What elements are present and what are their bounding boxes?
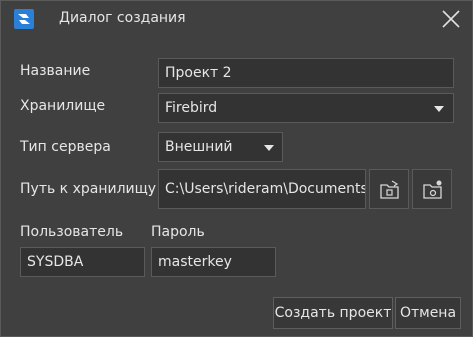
user-input[interactable]: SYSDBA — [20, 247, 145, 277]
create-project-button[interactable]: Создать проект — [273, 297, 393, 329]
create-dialog: Диалог создания Название Проект 2 Хранил… — [0, 0, 473, 337]
server-type-label: Тип сервера — [20, 139, 111, 155]
name-input[interactable]: Проект 2 — [158, 58, 454, 88]
folder-settings-button[interactable] — [412, 169, 452, 209]
window-title: Диалог создания — [59, 10, 186, 26]
user-label: Пользователь — [20, 224, 124, 240]
path-input[interactable]: C:\Users\rideram\Documents\ — [158, 169, 366, 209]
chevron-down-icon — [434, 106, 444, 112]
password-input[interactable]: masterkey — [151, 247, 276, 277]
close-icon[interactable] — [437, 5, 465, 33]
storage-select[interactable]: Firebird — [158, 93, 454, 123]
server-type-select-value: Внешний — [165, 139, 233, 155]
cancel-button[interactable]: Отмена — [395, 297, 461, 329]
browse-folder-button[interactable] — [369, 169, 409, 209]
password-label: Пароль — [151, 224, 205, 240]
title-bar: Диалог создания — [1, 1, 472, 37]
server-type-select[interactable]: Внешний — [158, 132, 283, 162]
app-logo-icon — [14, 9, 34, 29]
browse-folder-icon — [380, 180, 399, 199]
name-label: Название — [20, 63, 91, 79]
storage-label: Хранилище — [20, 98, 106, 114]
folder-settings-icon — [423, 180, 442, 199]
chevron-down-icon — [264, 145, 274, 151]
storage-select-value: Firebird — [165, 100, 218, 116]
path-label: Путь к хранилищу — [20, 181, 157, 197]
